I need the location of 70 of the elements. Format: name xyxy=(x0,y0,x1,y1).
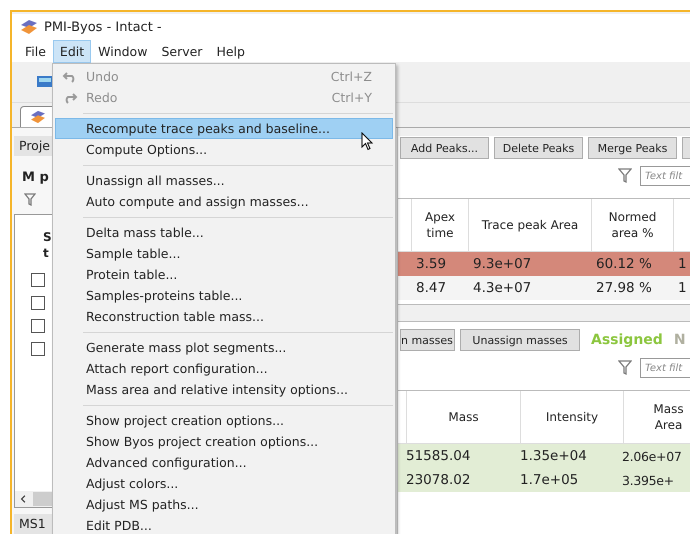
filter-icon[interactable] xyxy=(24,193,36,206)
menu-item[interactable]: Adjust MS paths... xyxy=(55,494,393,515)
table-cell-text: 1 xyxy=(677,280,688,296)
menu-item[interactable]: Sample table... xyxy=(55,243,393,264)
menu-item[interactable]: Delta mass table... xyxy=(55,222,393,243)
column-header[interactable]: Intensity xyxy=(521,391,624,443)
logo-icon xyxy=(20,19,38,35)
table-cell-text: 9.3e+07 xyxy=(472,256,532,272)
tree-text: t xyxy=(43,245,50,261)
menu-item[interactable]: Attach report configuration... xyxy=(55,358,393,379)
toolbar-button[interactable]: Add Peaks... xyxy=(400,137,489,159)
toolbar-button[interactable]: Merge Peaks xyxy=(588,137,677,159)
table-cell-text: 3.59 xyxy=(415,256,448,272)
scroll-left-icon[interactable] xyxy=(20,494,27,504)
table-cell-text: 1 xyxy=(677,256,688,272)
filter-icon[interactable] xyxy=(618,360,632,376)
table-cell-text: 1.35e+04 xyxy=(519,448,588,464)
table-cell-text: 3.395e+ xyxy=(621,472,675,488)
monitor-icon[interactable] xyxy=(36,74,54,90)
menu-item[interactable]: Adjust colors... xyxy=(55,473,393,494)
column-header[interactable]: Mass Area xyxy=(624,391,690,443)
checkbox[interactable] xyxy=(31,296,45,310)
filter-field[interactable]: Text filt xyxy=(640,358,690,378)
filter-field[interactable]: Text filt xyxy=(640,166,690,186)
menu-item[interactable]: Edit xyxy=(52,40,92,62)
toolbar-button[interactable]: Delete Peaks xyxy=(494,137,583,159)
column-header[interactable]: Normed area % xyxy=(592,199,674,251)
table-cell-text: 60.12 % xyxy=(595,256,653,272)
checkbox[interactable] xyxy=(31,319,45,333)
table-row[interactable]: 51585.04 1.35e+04 2.06e+07 xyxy=(398,444,690,468)
toolbar-button[interactable]: Unassign masses xyxy=(460,329,580,351)
table-row[interactable]: 3.59 9.3e+07 60.12 % 1 xyxy=(398,252,690,276)
table-cell-text: 51585.04 xyxy=(405,448,472,464)
table-cell-text: 2.06e+07 xyxy=(621,448,683,464)
menu-item[interactable]: Samples-proteins table... xyxy=(55,285,393,306)
menu-item[interactable]: Edit PDB... xyxy=(55,515,393,534)
panel-heading: M p xyxy=(22,170,50,185)
menu-item[interactable]: Auto compute and assign masses... xyxy=(55,191,393,212)
column-header[interactable]: Trace peak Area xyxy=(469,199,592,251)
filter-icon[interactable] xyxy=(618,168,632,184)
menu-item[interactable]: Compute Options... xyxy=(55,139,393,160)
window-title: PMI-Byos - Intact - xyxy=(44,20,162,34)
column-header[interactable]: Apex time xyxy=(412,199,469,251)
menu-item[interactable]: File xyxy=(18,40,53,62)
table-cell-text: 8.47 xyxy=(415,280,448,296)
menu-item[interactable]: Reconstruction table mass... xyxy=(55,306,393,327)
menu-item[interactable]: Server xyxy=(154,40,210,62)
menu-item[interactable]: Show Byos project creation options... xyxy=(55,431,393,452)
checkbox[interactable] xyxy=(31,342,45,356)
menu-item[interactable]: Unassign all masses... xyxy=(55,170,393,191)
table-row[interactable]: 23078.02 1.7e+05 3.395e+ xyxy=(398,468,690,492)
menu-item[interactable]: Mass area and relative intensity options... xyxy=(55,379,393,400)
menu-item[interactable]: Show project creation options... xyxy=(55,410,393,431)
table-cell-text: 27.98 % xyxy=(595,280,653,296)
menu-item[interactable]: Protein table... xyxy=(55,264,393,285)
table-cell-text: 1.7e+05 xyxy=(519,472,580,488)
table-cell-text: 4.3e+07 xyxy=(472,280,532,296)
tree-text: S xyxy=(43,229,53,245)
menu-item[interactable]: Help xyxy=(209,40,252,62)
menu-item[interactable]: Window xyxy=(91,40,154,62)
toolbar-button[interactable]: n masses xyxy=(400,329,455,351)
menu-item[interactable]: Generate mass plot segments... xyxy=(55,337,393,358)
menu-item[interactable]: Recompute trace peaks and baseline... xyxy=(55,118,393,139)
table-row[interactable]: 8.47 4.3e+07 27.98 % 1 xyxy=(398,276,690,300)
column-header[interactable]: Mass xyxy=(407,391,521,443)
cursor-icon xyxy=(361,132,374,151)
logo-icon xyxy=(30,110,46,124)
checkbox[interactable] xyxy=(31,273,45,287)
table-cell-text: 23078.02 xyxy=(405,472,472,488)
menu-item[interactable]: Advanced configuration... xyxy=(55,452,393,473)
